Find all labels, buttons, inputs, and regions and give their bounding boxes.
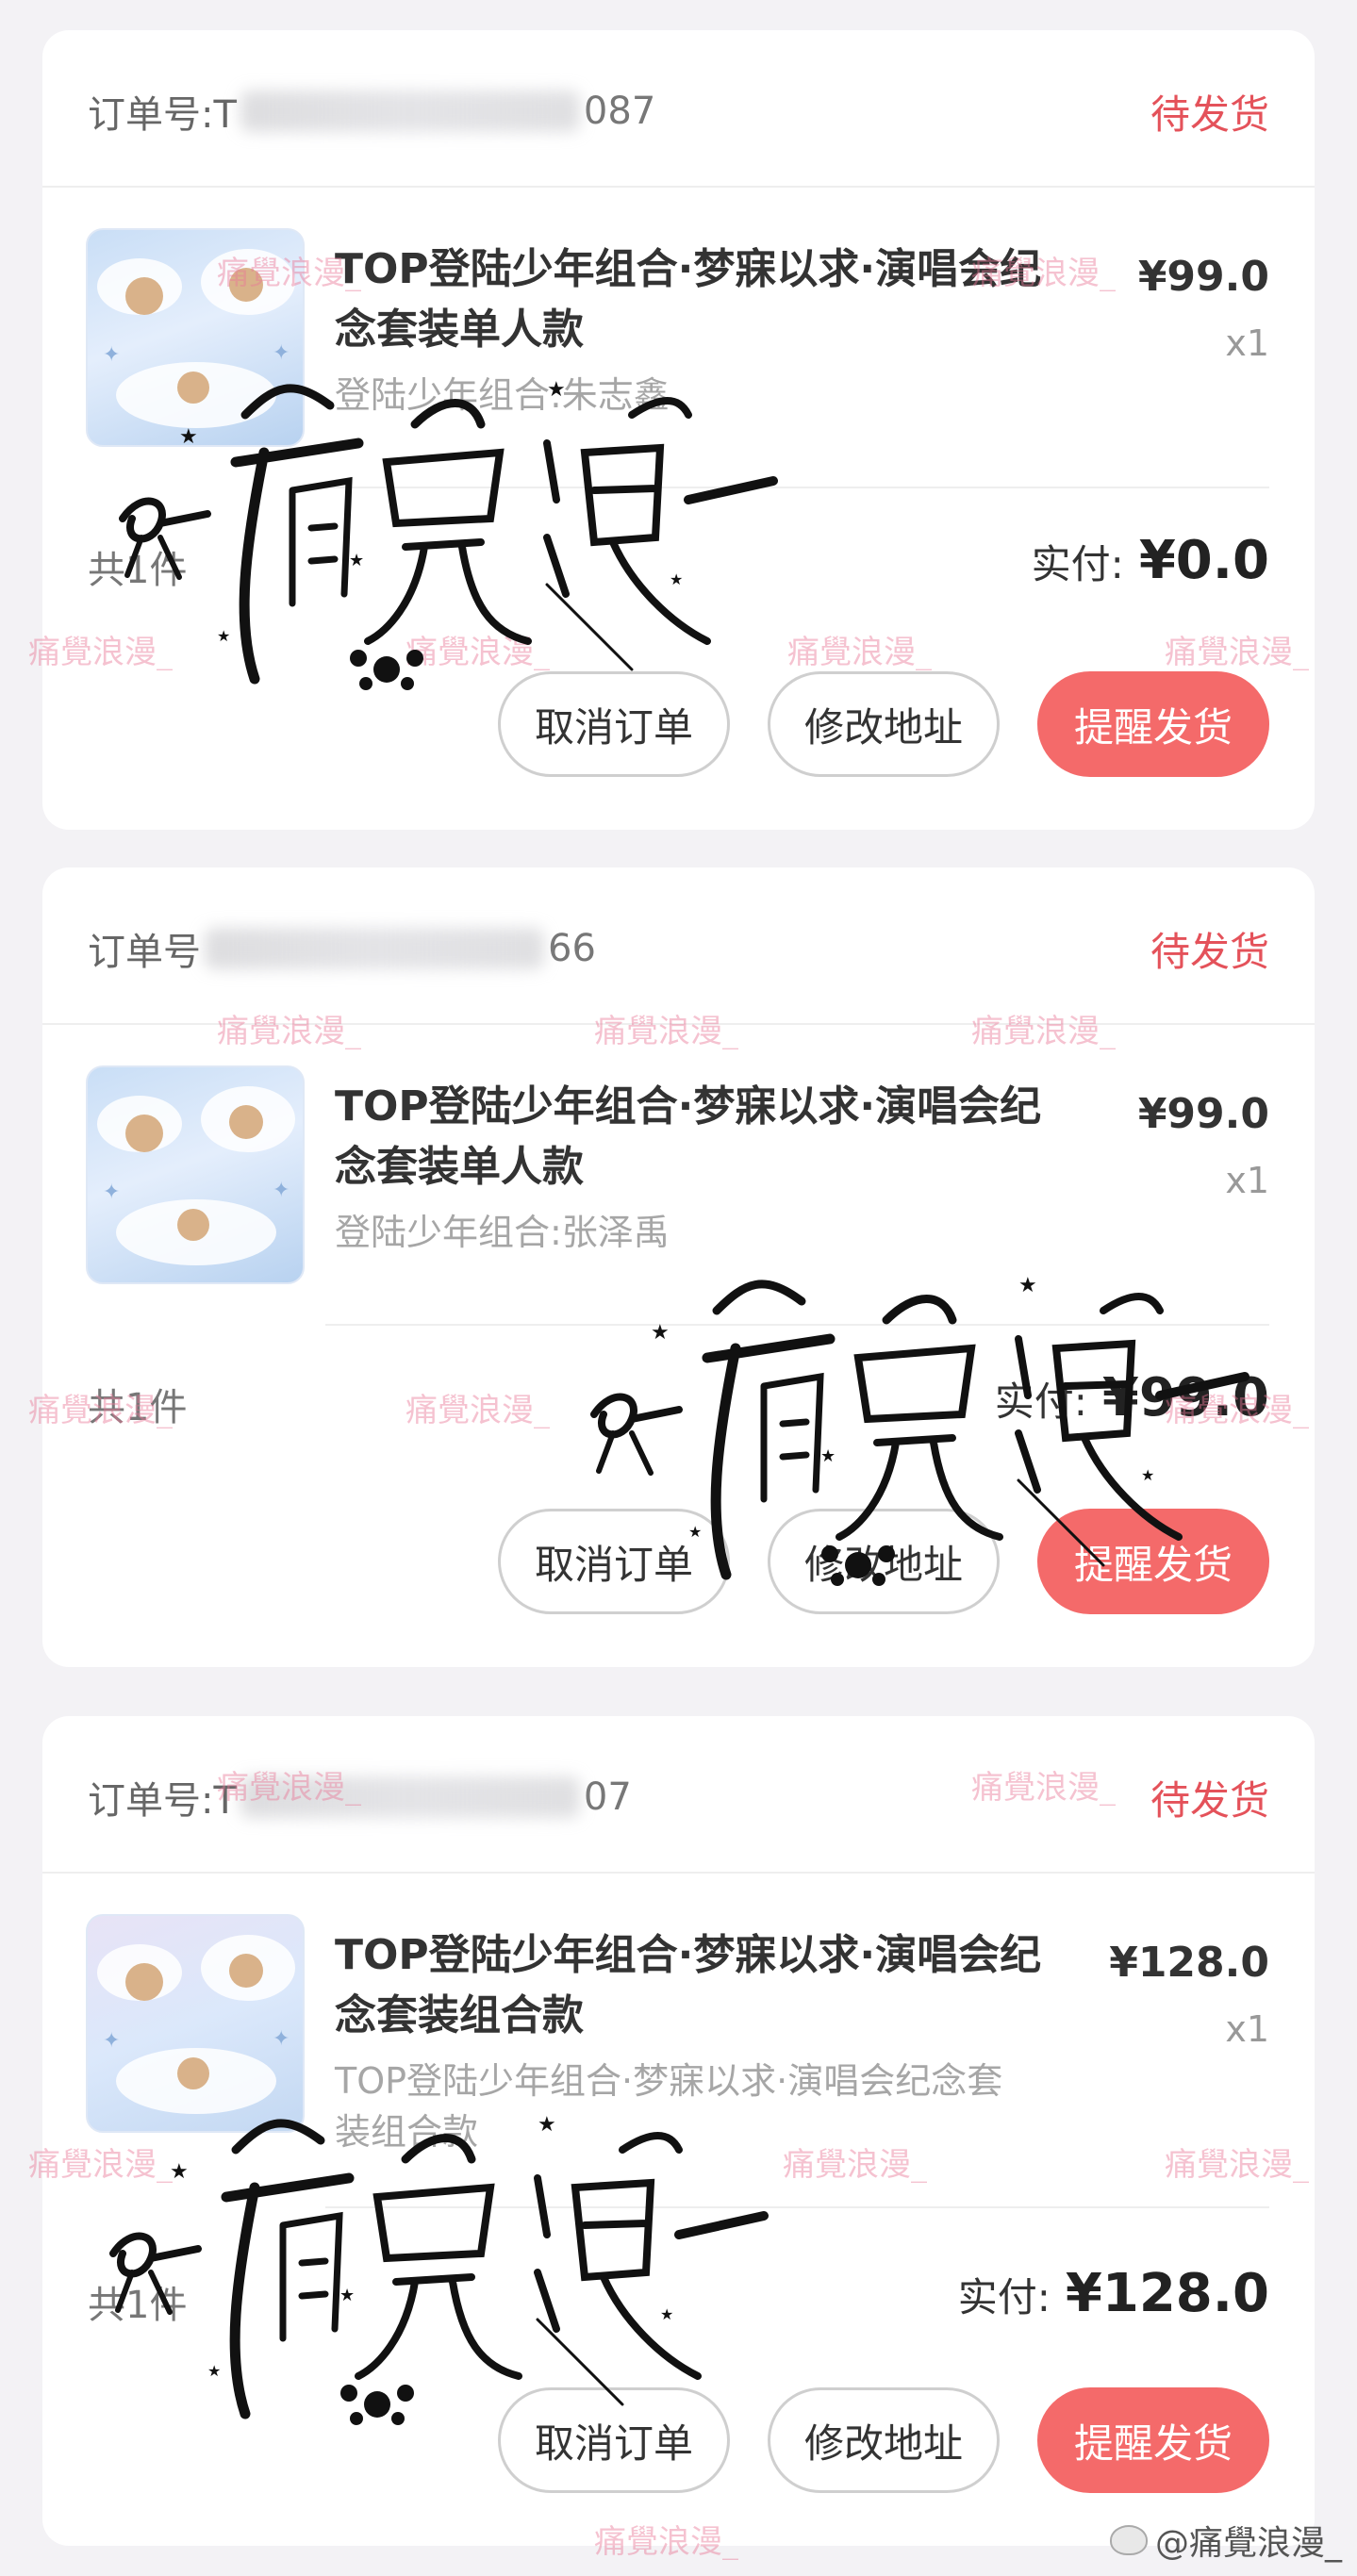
product-title[interactable]: TOP登陆少年组合·梦寐以求·演唱会纪念套装组合款 (335, 1925, 1051, 2046)
remind-shipping-button[interactable]: 提醒发货 (1037, 671, 1269, 777)
order-number: 订单号:T 07 (88, 1770, 632, 1825)
paid-total: 实付: ¥0.0 (1032, 530, 1269, 591)
divider (325, 1324, 1269, 1326)
divider (325, 2206, 1269, 2208)
cancel-order-button[interactable]: 取消订单 (498, 2387, 730, 2493)
change-address-button[interactable]: 修改地址 (768, 671, 1000, 777)
order-header: 订单号:T 07 待发货 (88, 1769, 1269, 1825)
order-actions: 取消订单 修改地址 提醒发货 (498, 671, 1269, 777)
order-list-page: 订单号:T 087 待发货 ✦ ✦ TOP登陆少年组合·梦寐以求·演唱会纪念套装… (0, 0, 1357, 2576)
item-count: 共1件 (88, 1386, 188, 1429)
divider (42, 186, 1315, 188)
order-status: 待发货 (1150, 91, 1269, 138)
product-variant: 登陆少年组合:张泽禹 (335, 1212, 670, 1253)
order-card: 订单号:T 087 待发货 ✦ ✦ TOP登陆少年组合·梦寐以求·演唱会纪念套装… (42, 30, 1315, 830)
product-quantity: x1 (1225, 322, 1269, 364)
change-address-button[interactable]: 修改地址 (768, 1509, 1000, 1614)
credit-text: @痛覺浪漫_ (1154, 2524, 1342, 2563)
order-number-label: 订单号:T (88, 1779, 237, 1823)
order-actions: 取消订单 修改地址 提醒发货 (498, 2387, 1269, 2493)
product-title[interactable]: TOP登陆少年组合·梦寐以求·演唱会纪念套装单人款 (335, 1077, 1051, 1197)
paid-total: 实付: ¥128.0 (958, 2263, 1269, 2324)
order-number: 订单号 66 (88, 921, 596, 976)
cancel-order-button[interactable]: 取消订单 (498, 671, 730, 777)
order-actions: 取消订单 修改地址 提醒发货 (498, 1509, 1269, 1614)
order-status: 待发货 (1150, 928, 1269, 975)
order-card: 订单号 66 待发货 ✦ ✦ TOP登陆少年组合·梦寐以求·演唱会纪念套装单人款… (42, 867, 1315, 1667)
product-variant: 登陆少年组合:朱志鑫 (335, 374, 670, 416)
order-number-suffix: 087 (583, 90, 656, 133)
redacted-order-number (205, 928, 544, 969)
source-credit: @痛覺浪漫_ (1109, 2516, 1342, 2565)
order-number-suffix: 07 (583, 1775, 632, 1819)
paid-amount: ¥128.0 (1065, 2263, 1269, 2324)
product-price: ¥128.0 (1109, 1939, 1269, 1987)
product-quantity: x1 (1225, 1160, 1269, 1201)
remind-shipping-button[interactable]: 提醒发货 (1037, 1509, 1269, 1614)
redacted-order-number (240, 1776, 580, 1818)
paid-label: 实付: (994, 1379, 1087, 1425)
change-address-button[interactable]: 修改地址 (768, 2387, 1000, 2493)
order-card: 订单号:T 07 待发货 ✦ ✦ TOP登陆少年组合·梦寐以求·演唱会纪念套装组… (42, 1716, 1315, 2546)
product-title[interactable]: TOP登陆少年组合·梦寐以求·演唱会纪念套装单人款 (335, 239, 1051, 360)
product-quantity: x1 (1225, 2008, 1269, 2050)
paid-amount: ¥99.0 (1101, 1367, 1269, 1428)
order-number-label: 订单号:T (88, 93, 237, 137)
order-number-suffix: 66 (548, 927, 596, 970)
product-thumbnail[interactable]: ✦ ✦ (86, 1914, 305, 2133)
remind-shipping-button[interactable]: 提醒发货 (1037, 2387, 1269, 2493)
order-number-label: 订单号 (88, 931, 201, 974)
item-count: 共1件 (88, 2284, 188, 2327)
divider (42, 1872, 1315, 1874)
product-thumbnail[interactable]: ✦ ✦ (86, 228, 305, 447)
product-price: ¥99.0 (1137, 253, 1269, 301)
paid-amount: ¥0.0 (1138, 530, 1269, 591)
order-number: 订单号:T 087 (88, 84, 655, 139)
cancel-order-button[interactable]: 取消订单 (498, 1509, 730, 1614)
item-count: 共1件 (88, 549, 188, 592)
product-variant: TOP登陆少年组合·梦寐以求·演唱会纪念套装组合款 (335, 2060, 1003, 2153)
order-header: 订单号:T 087 待发货 (88, 83, 1269, 140)
paid-total: 实付: ¥99.0 (995, 1367, 1269, 1428)
order-header: 订单号 66 待发货 (88, 920, 1269, 977)
weibo-icon (1109, 2525, 1148, 2555)
redacted-order-number (240, 91, 580, 132)
divider (325, 487, 1269, 488)
product-thumbnail[interactable]: ✦ ✦ (86, 1065, 305, 1284)
product-price: ¥99.0 (1137, 1090, 1269, 1138)
paid-label: 实付: (957, 2274, 1051, 2320)
order-status: 待发货 (1150, 1776, 1269, 1824)
paid-label: 实付: (1031, 541, 1124, 587)
divider (42, 1023, 1315, 1025)
